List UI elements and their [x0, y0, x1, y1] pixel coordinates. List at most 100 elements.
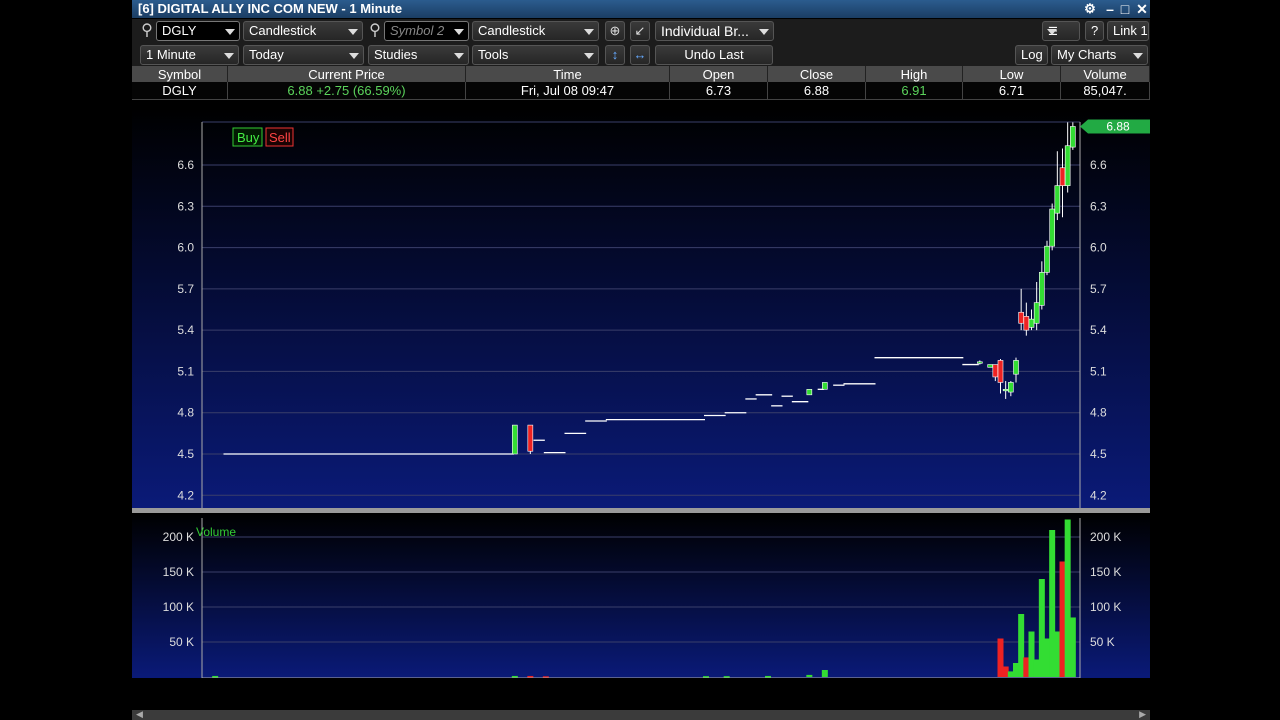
- y-tick-label-right: 4.5: [1090, 447, 1107, 461]
- undo-last-button[interactable]: Undo Last: [655, 45, 773, 65]
- candle-up: [1049, 208, 1055, 247]
- vol-tick-label-right: 150 K: [1090, 565, 1121, 579]
- candle-up: [806, 389, 813, 396]
- vol-tick-label-left: 200 K: [163, 530, 194, 544]
- chevron-down-icon: [349, 53, 359, 59]
- current-price-label: 6.88: [1106, 119, 1130, 133]
- vol-tick-label-left: 100 K: [163, 600, 194, 614]
- volume-bar-up: [806, 674, 813, 677]
- price-chart[interactable]: 4.2 4.2 4.5 4.5 4.8 4.8 5.1 5.1 5.4 5.4 5.7 5.7 6.0 6…: [132, 108, 1150, 708]
- candle-up: [1064, 145, 1071, 186]
- help-button[interactable]: ?: [1085, 21, 1104, 41]
- quote-volume: 85,047.: [1060, 82, 1150, 100]
- trade-arrow-icon[interactable]: ↙: [630, 21, 650, 41]
- zoom-icon[interactable]: ⊕: [605, 21, 625, 41]
- quote-row[interactable]: DGLY 6.88 +2.75 (66.59%) Fri, Jul 08 09:…: [132, 82, 1150, 100]
- undo-label: Undo Last: [684, 47, 744, 62]
- volume-bar-up: [511, 675, 518, 678]
- vol-tick-label-right: 200 K: [1090, 530, 1121, 544]
- y-tick-label-right: 5.4: [1090, 323, 1107, 337]
- volume-bar-up: [1064, 519, 1071, 677]
- volume-bar-down: [1002, 666, 1009, 677]
- account-select[interactable]: Individual Br...: [655, 21, 774, 41]
- y-tick-label-right: 4.8: [1090, 406, 1107, 420]
- vol-tick-label-left: 150 K: [163, 565, 194, 579]
- symbol-input[interactable]: DGLY: [156, 21, 240, 41]
- header-time: Time: [465, 66, 670, 82]
- tools-select[interactable]: Tools: [472, 45, 599, 65]
- vol-tick-label-left: 50 K: [169, 635, 194, 649]
- chart-type-select-2[interactable]: Candlestick: [472, 21, 599, 41]
- candle-up: [1039, 272, 1045, 306]
- quote-high: 6.91: [865, 82, 963, 100]
- chevron-down-icon: [759, 29, 769, 35]
- panel-divider[interactable]: [132, 508, 1150, 513]
- chevron-down-icon: [225, 29, 235, 35]
- y-tick-label-left: 4.8: [177, 406, 194, 420]
- y-tick-label-right: 5.1: [1090, 364, 1107, 378]
- price-panel-bg: [132, 108, 1150, 508]
- volume-bar-up: [1018, 614, 1025, 677]
- log-button[interactable]: Log: [1015, 45, 1048, 65]
- candle-down: [997, 360, 1004, 383]
- volume-bar-down: [997, 638, 1004, 677]
- fit-vertical-icon[interactable]: ↕: [605, 45, 625, 65]
- minimize-icon[interactable]: –: [1102, 0, 1118, 18]
- close-icon[interactable]: ✕: [1134, 0, 1150, 18]
- volume-bar-up: [1044, 638, 1050, 677]
- header-volume: Volume: [1060, 66, 1150, 82]
- menu-select[interactable]: ☰: [1042, 21, 1080, 41]
- studies-select[interactable]: Studies: [368, 45, 469, 65]
- sell-button[interactable]: Sell: [265, 127, 294, 147]
- header-open: Open: [669, 66, 768, 82]
- title-bar: [6] DIGITAL ALLY INC COM NEW - 1 Minute …: [132, 0, 1150, 18]
- header-close: Close: [767, 66, 866, 82]
- y-tick-label-left: 6.3: [177, 199, 194, 213]
- candle-up: [1033, 302, 1040, 324]
- volume-bar-down: [1023, 657, 1030, 677]
- chevron-down-icon: [348, 29, 358, 35]
- scroll-right-icon[interactable]: ▶: [1139, 709, 1146, 720]
- chevron-down-icon: [584, 29, 594, 35]
- header-low: Low: [962, 66, 1061, 82]
- candle-up: [1044, 245, 1050, 273]
- settings-gear-icon[interactable]: ⚙: [1082, 0, 1098, 18]
- symbol2-input[interactable]: Symbol 2: [384, 21, 469, 41]
- scroll-left-icon[interactable]: ◀: [136, 709, 143, 720]
- sell-label: Sell: [269, 130, 291, 145]
- symbol-search-icon[interactable]: ⚲: [138, 22, 156, 40]
- y-tick-label-left: 5.1: [177, 364, 194, 378]
- interval-select[interactable]: 1 Minute: [140, 45, 239, 65]
- interval-label: 1 Minute: [146, 47, 196, 62]
- y-tick-label-left: 6.6: [177, 158, 194, 172]
- chart-type-select-1[interactable]: Candlestick: [243, 21, 363, 41]
- volume-title: Volume: [196, 525, 236, 539]
- volume-bar-up: [1049, 530, 1056, 677]
- candle-up: [1070, 126, 1076, 148]
- quote-table: Symbol Current Price Time Open Close Hig…: [132, 66, 1150, 100]
- symbol-value: DGLY: [162, 23, 197, 38]
- candle-up: [1013, 360, 1019, 375]
- buy-button[interactable]: Buy: [232, 127, 263, 147]
- range-select[interactable]: Today: [243, 45, 364, 65]
- chevron-down-icon: [454, 29, 464, 35]
- chevron-down-icon: [454, 53, 464, 59]
- volume-bar-up: [821, 670, 828, 677]
- y-tick-label-left: 4.2: [177, 488, 194, 502]
- candle-down: [1059, 167, 1066, 186]
- volume-bar-up: [1054, 631, 1061, 677]
- volume-bar-up: [703, 676, 709, 678]
- studies-label: Studies: [374, 47, 418, 62]
- fit-horizontal-icon[interactable]: ↔: [630, 45, 650, 65]
- y-tick-label-right: 6.0: [1090, 241, 1107, 255]
- link-button[interactable]: Link 1: [1107, 21, 1149, 41]
- header-symbol: Symbol: [132, 66, 228, 82]
- my-charts-select[interactable]: My Charts: [1051, 45, 1148, 65]
- symbol2-search-icon[interactable]: ⚲: [366, 22, 384, 40]
- candle-down: [1018, 311, 1024, 324]
- y-tick-label-left: 5.4: [177, 323, 194, 337]
- chart-area[interactable]: 4.2 4.2 4.5 4.5 4.8 4.8 5.1 5.1 5.4 5.4 5.7 5.7 6.0 6…: [132, 108, 1150, 708]
- vol-tick-label-right: 50 K: [1090, 635, 1115, 649]
- maximize-icon[interactable]: □: [1117, 0, 1133, 18]
- horizontal-scrollbar[interactable]: ◀ ▶: [132, 709, 1150, 720]
